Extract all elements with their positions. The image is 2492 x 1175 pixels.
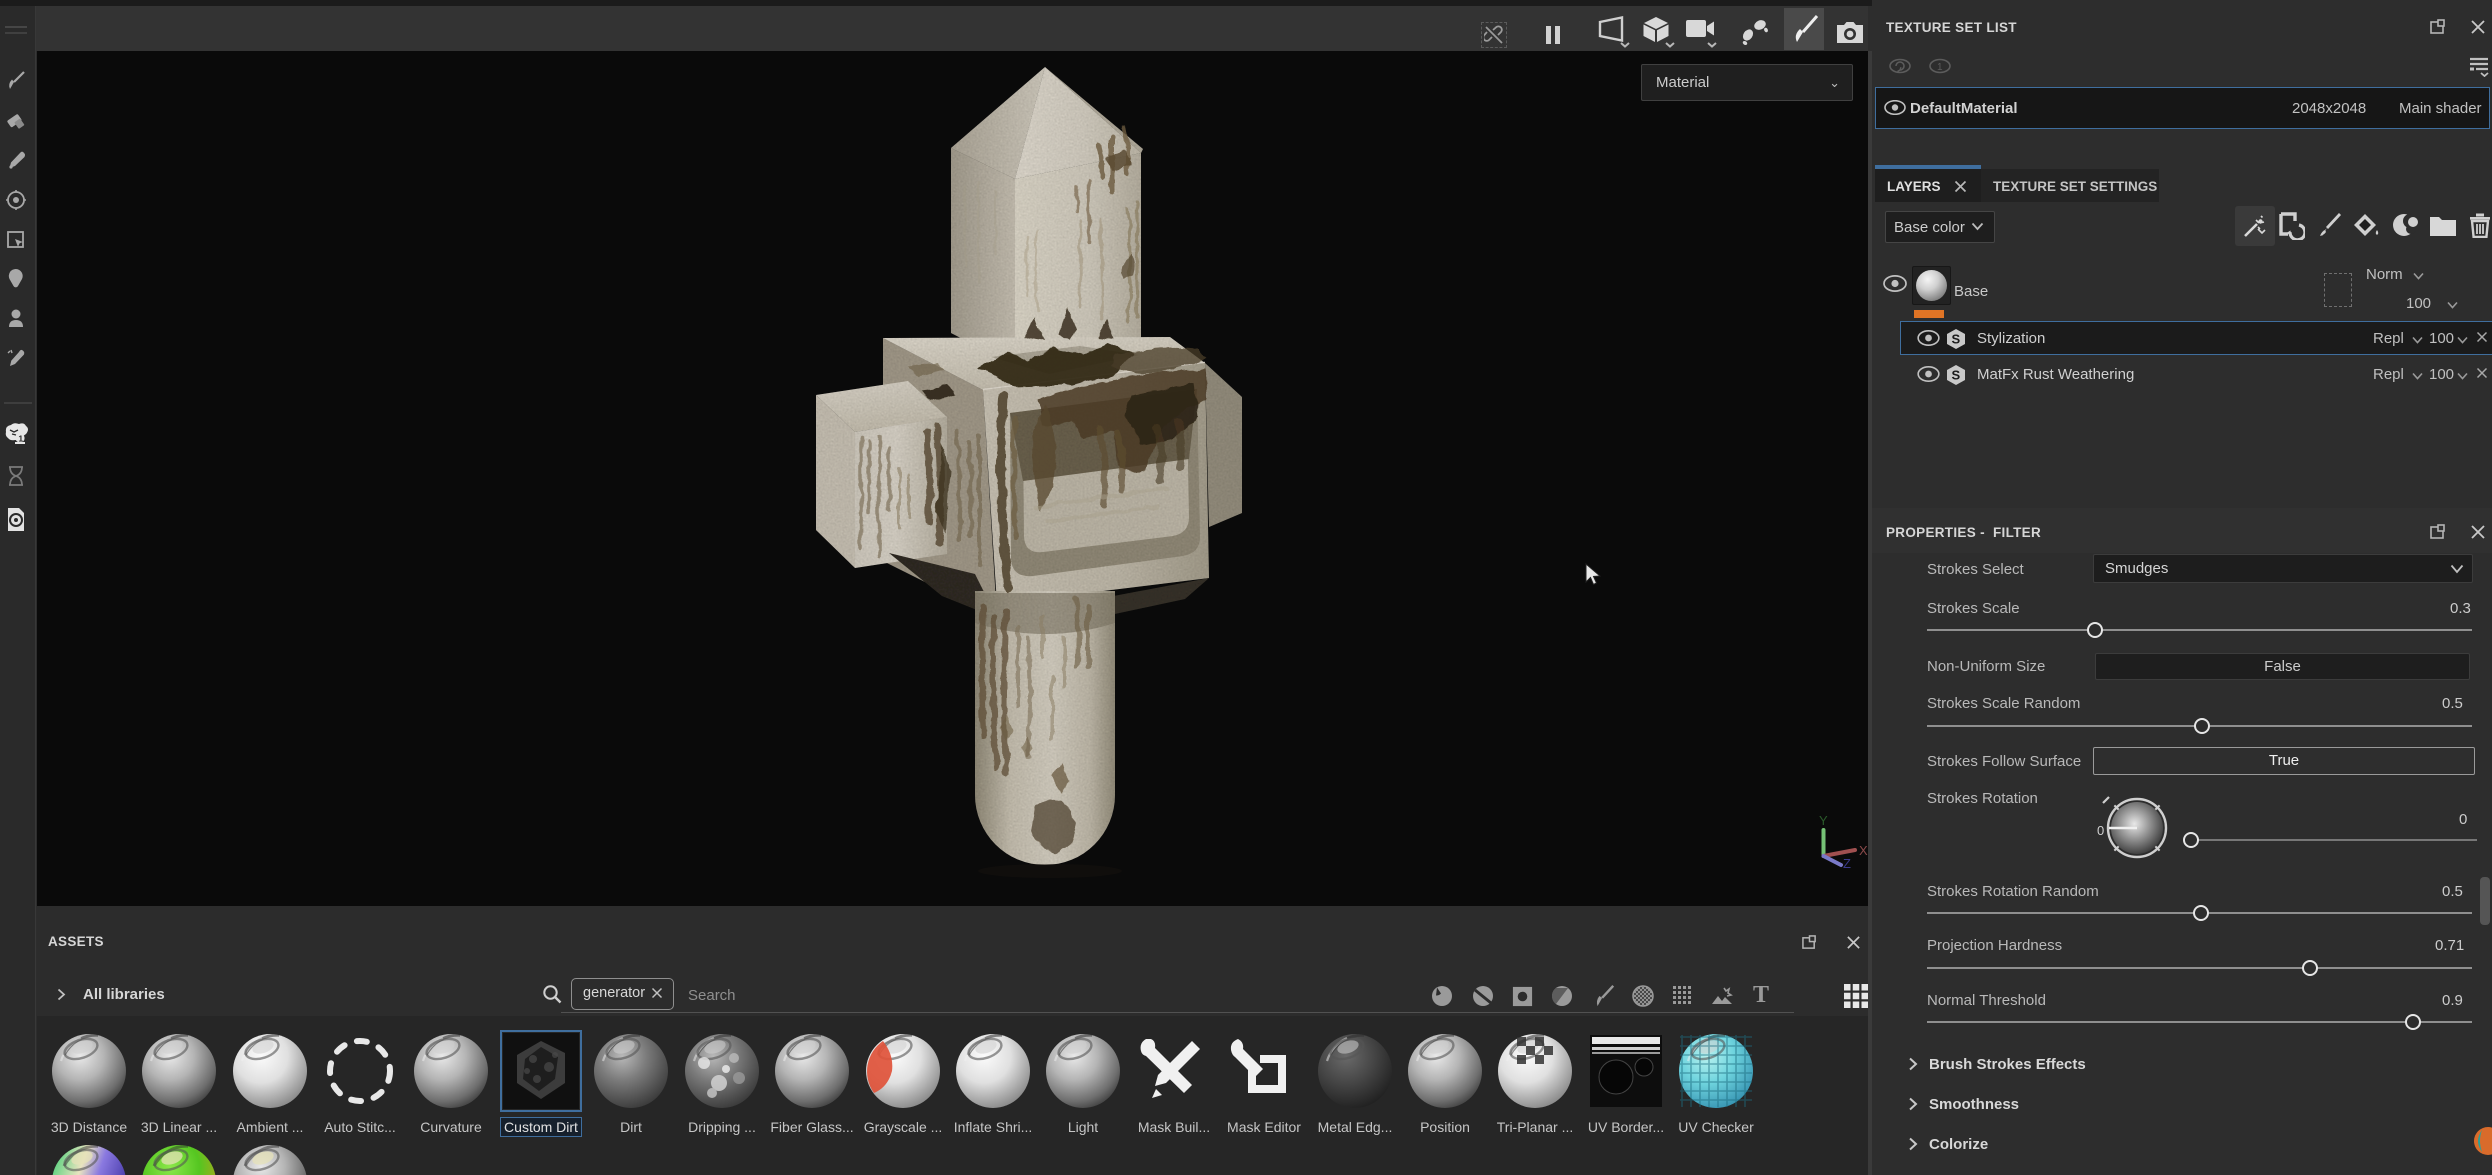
svg-text:1: 1 [1937,62,1943,73]
svg-text:X: X [1859,843,1868,858]
svg-text:0: 0 [2097,823,2104,838]
svg-text:Y: Y [1819,813,1828,828]
svg-text:Z: Z [1843,856,1851,868]
svg-text:S: S [1952,332,1961,347]
svg-text:S: S [1952,368,1961,383]
